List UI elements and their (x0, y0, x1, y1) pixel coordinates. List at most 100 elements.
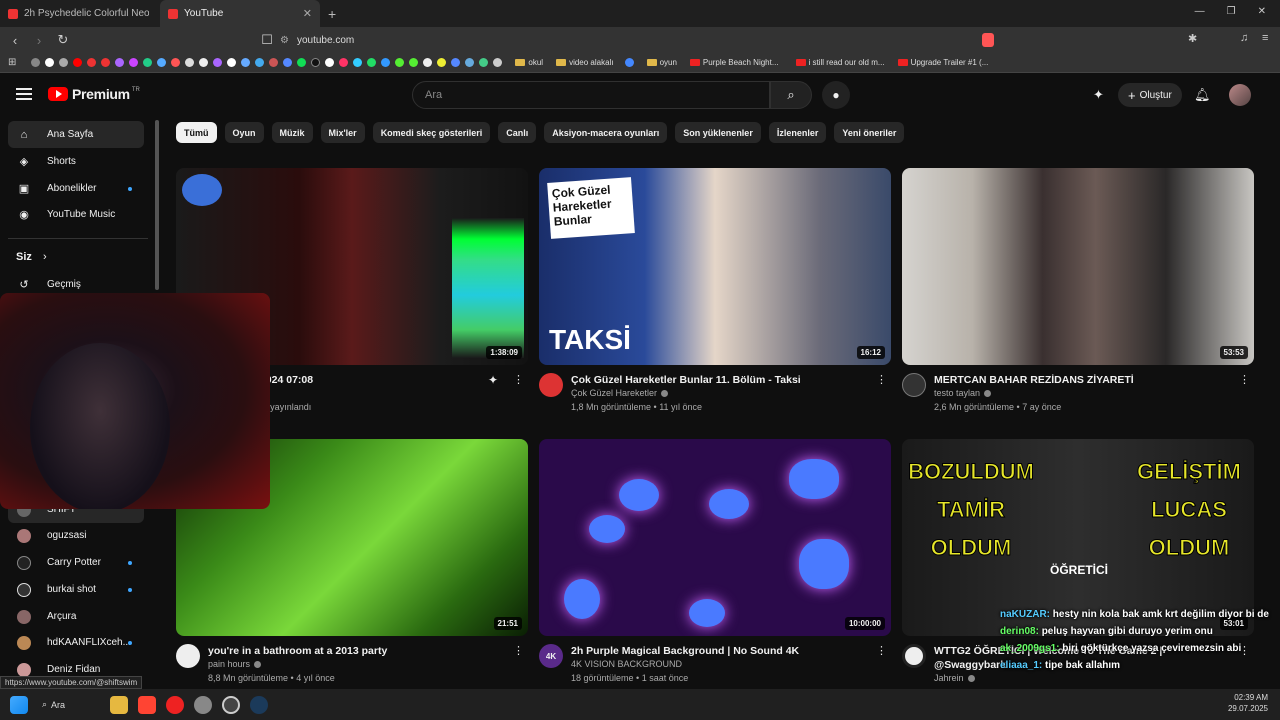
music-control-icon[interactable]: ♫ (1240, 32, 1248, 44)
more-options-icon[interactable]: ⋮ (1239, 373, 1250, 386)
brave-browser-icon[interactable] (138, 695, 156, 714)
video-thumbnail[interactable]: 10:00:00 (539, 439, 891, 636)
channel-name[interactable]: testo taylan (934, 388, 980, 398)
search-button[interactable]: ⌕ (770, 81, 812, 109)
more-options-icon[interactable]: ⋮ (876, 644, 887, 657)
bookmark-folder-video[interactable]: video alakalı (556, 58, 614, 67)
bookmark-icon[interactable] (353, 58, 363, 67)
channel-name[interactable]: Jahrein (934, 673, 964, 683)
bookmark-icon[interactable] (339, 58, 349, 67)
channel-avatar[interactable] (902, 373, 926, 397)
more-options-icon[interactable]: ⋮ (876, 373, 887, 386)
forward-icon[interactable]: › (30, 31, 48, 49)
bookmark-icon[interactable] (31, 58, 41, 67)
sidebar-item-subscriptions[interactable]: ▣ Abonelikler (8, 175, 144, 202)
bookmark-icon[interactable] (451, 58, 461, 67)
close-tab-icon[interactable]: ✕ (303, 7, 312, 20)
chip-mixes[interactable]: Mix'ler (320, 122, 365, 143)
bookmark-icon[interactable] (624, 58, 634, 67)
back-icon[interactable]: ‹ (6, 31, 24, 49)
account-avatar[interactable] (1229, 84, 1251, 106)
notifications-bell-icon[interactable]: 🔔︎ (1194, 87, 1211, 103)
bookmark-icon[interactable] (199, 58, 209, 67)
bookmark-icon[interactable] (73, 58, 83, 67)
bookmark-icon[interactable] (297, 58, 307, 67)
bookmark-icon[interactable] (157, 58, 167, 67)
channel-name[interactable]: Çok Güzel Hareketler (571, 388, 657, 398)
sidebar-sub-oguzsasi[interactable]: oguzsasi (8, 522, 144, 549)
bookmark-folder-okul[interactable]: okul (515, 58, 543, 67)
bookmark-icon[interactable] (241, 58, 251, 67)
reload-icon[interactable]: ↻ (54, 31, 72, 49)
chip-recent[interactable]: Son yüklenenler (675, 122, 761, 143)
bookmark-icon[interactable] (269, 58, 279, 67)
chip-live[interactable]: Canlı (498, 122, 537, 143)
bookmark-icon[interactable] (283, 58, 293, 67)
sidebar-you-heading[interactable]: Siz › (16, 251, 47, 263)
video-title[interactable]: 2h Purple Magical Background | No Sound … (571, 644, 871, 658)
channel-avatar[interactable] (539, 373, 563, 397)
site-info-icon[interactable]: ⚙ (280, 35, 289, 46)
bookmark-icon[interactable] (395, 58, 405, 67)
video-card[interactable]: 53:53 MERTCAN BAHAR REZİDANS ZİYARETİ te… (902, 168, 1254, 425)
bookmark-old-m[interactable]: i still read our old m... (795, 58, 885, 67)
bookmark-icon[interactable] (479, 58, 489, 67)
bookmark-icon[interactable] (171, 58, 181, 67)
chip-action-adventure[interactable]: Aksiyon-macera oyunları (544, 122, 668, 143)
bookmark-icon[interactable] (143, 58, 153, 67)
youtube-app-icon[interactable] (166, 695, 184, 714)
channel-avatar[interactable] (902, 644, 926, 668)
sidebar-item-youtube-music[interactable]: ◉ YouTube Music (8, 201, 144, 228)
bookmark-icon[interactable] (409, 58, 419, 67)
brave-shield-icon[interactable] (982, 33, 994, 47)
menu-hamburger-icon[interactable] (16, 88, 32, 100)
chip-watched[interactable]: İzlenenler (768, 122, 827, 143)
channel-avatar[interactable] (176, 644, 200, 668)
bookmark-icon[interactable] (423, 58, 433, 67)
bookmark-purple-beach[interactable]: Purple Beach Night... (689, 58, 779, 67)
bookmark-upgrade[interactable]: Upgrade Trailer #1 (... (897, 58, 988, 67)
browser-tab-2[interactable]: YouTube ✕ (160, 0, 320, 27)
sidebar-sub-burkai-shot[interactable]: burkai shot (8, 576, 144, 603)
steam-icon[interactable] (250, 695, 268, 714)
chip-comedy[interactable]: Komedi skeç gösterileri (372, 122, 491, 143)
bookmark-icon[interactable] (45, 58, 55, 67)
sidebar-sub-carry-potter[interactable]: Carry Potter (8, 549, 144, 576)
bookmark-icon[interactable]: ☐ (258, 31, 276, 49)
app-icon[interactable] (194, 695, 212, 714)
video-title[interactable]: Çok Güzel Hareketler Bunlar 11. Bölüm - … (571, 373, 871, 387)
bookmark-icon[interactable] (367, 58, 377, 67)
channel-name[interactable]: pain hours (208, 659, 250, 669)
sidebar-item-home[interactable]: ⌂ Ana Sayfa (8, 121, 144, 148)
bookmark-icon[interactable] (213, 58, 223, 67)
bookmark-icon[interactable] (101, 58, 111, 67)
create-button[interactable]: + Oluştur (1118, 83, 1182, 107)
bookmark-icon[interactable] (381, 58, 391, 67)
sidebar-sub-hdkaanflix[interactable]: hdKAANFLIXceh... (8, 629, 144, 656)
minimize-icon[interactable]: — (1195, 6, 1205, 17)
video-card[interactable]: Çok Güzel Hareketler Bunlar TAKSİ 16:12 … (539, 168, 891, 425)
extensions-icon[interactable]: ✱ (1188, 32, 1197, 45)
channel-name[interactable]: 4K VISION BACKGROUND (571, 659, 682, 669)
new-tab-button[interactable]: + (320, 0, 344, 27)
more-options-icon[interactable]: ⋮ (513, 644, 524, 657)
menu-icon[interactable]: ≡ (1262, 32, 1268, 44)
cast-icon[interactable]: ✦ (1093, 87, 1104, 103)
sidebar-item-shorts[interactable]: ◈ Shorts (8, 148, 144, 175)
url-field[interactable]: ⚙ youtube.com (280, 30, 980, 50)
bookmark-icon[interactable] (255, 58, 265, 67)
bookmark-icon[interactable] (493, 58, 503, 67)
browser-tab-1[interactable]: 2h Psychedelic Colorful Neon Backg… (0, 0, 160, 27)
video-card[interactable]: 10:00:00 4K 2h Purple Magical Background… (539, 439, 891, 696)
chip-music[interactable]: Müzik (271, 122, 313, 143)
obs-icon[interactable] (222, 695, 240, 714)
more-options-icon[interactable]: ⋮ (513, 373, 524, 386)
system-tray-clock[interactable]: 02:39 AM 29.07.2025 (1228, 692, 1268, 714)
chip-new-recommendations[interactable]: Yeni öneriler (834, 122, 905, 143)
file-explorer-icon[interactable] (110, 695, 128, 714)
bookmark-icon[interactable] (115, 58, 125, 67)
bookmark-icon[interactable] (437, 58, 447, 67)
youtube-logo[interactable]: Premium TR (48, 86, 140, 102)
taskbar-search[interactable]: ⌕ Ara (42, 694, 82, 716)
sidebar-scrollbar[interactable] (155, 120, 159, 290)
